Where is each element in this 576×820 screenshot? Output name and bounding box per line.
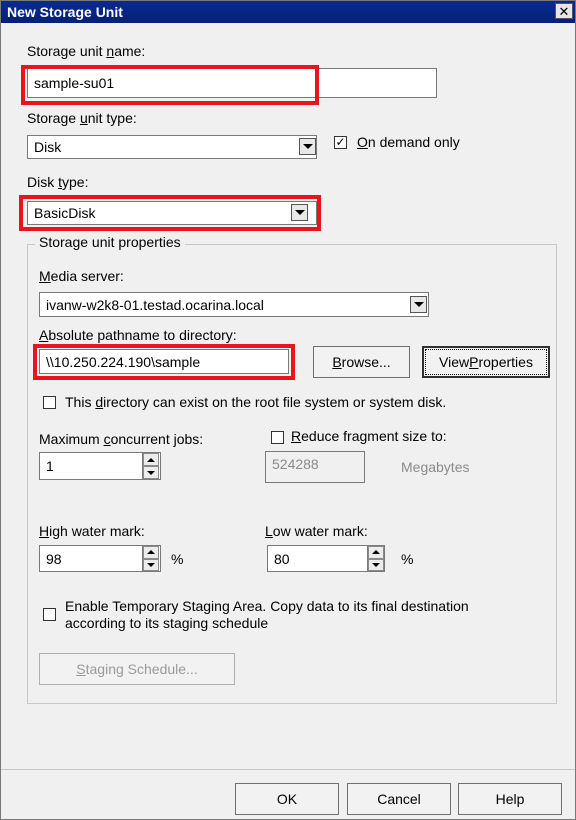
- pathname-input[interactable]: \\10.250.224.190\sample: [39, 349, 289, 374]
- disk-type-label: Disk type:: [27, 174, 89, 190]
- spin-down-button[interactable]: [143, 466, 159, 479]
- title-bar[interactable]: New Storage Unit ✕: [1, 1, 575, 23]
- disk-type-dropdown-button[interactable]: [291, 204, 308, 221]
- window-title: New Storage Unit: [7, 4, 123, 20]
- storage-unit-type-dropdown-button[interactable]: [299, 138, 316, 155]
- spin-down-button[interactable]: [143, 558, 159, 571]
- storage-unit-type-label: Storage unit type:: [27, 110, 137, 126]
- footer-separator: [1, 769, 575, 770]
- media-server-value: ivanw-w2k8-01.testad.ocarina.local: [46, 296, 264, 313]
- root-filesystem-label[interactable]: This directory can exist on the root fil…: [65, 394, 446, 410]
- disk-type-value: BasicDisk: [34, 205, 96, 221]
- storage-unit-type-value: Disk: [34, 139, 62, 155]
- chevron-down-icon: [302, 144, 313, 149]
- high-water-mark-spinner[interactable]: [142, 546, 159, 571]
- high-water-mark-value: 98: [46, 550, 62, 567]
- chevron-down-icon: [294, 210, 305, 215]
- on-demand-only-label[interactable]: On demand only: [357, 134, 460, 150]
- checkmark-icon: ✓: [335, 135, 346, 149]
- pathname-value: \\10.250.224.190\sample: [46, 353, 201, 370]
- spin-up-button[interactable]: [143, 453, 159, 466]
- staging-area-checkbox[interactable]: [43, 608, 56, 621]
- fragment-size-unit: Megabytes: [401, 459, 470, 475]
- media-server-select[interactable]: ivanw-w2k8-01.testad.ocarina.local: [39, 292, 429, 317]
- arrow-down-icon: [147, 562, 155, 567]
- staging-schedule-button[interactable]: Staging Schedule...: [39, 653, 235, 685]
- high-water-mark-label: High water mark:: [39, 523, 145, 539]
- pathname-label: Absolute pathname to directory:: [39, 327, 237, 343]
- media-server-dropdown-button[interactable]: [410, 296, 427, 313]
- disk-type-select[interactable]: BasicDisk: [27, 201, 317, 225]
- close-icon: ✕: [558, 4, 570, 19]
- max-concurrent-jobs-value: 1: [46, 458, 54, 474]
- arrow-down-icon: [372, 562, 380, 567]
- fragment-size-input[interactable]: 524288: [265, 451, 365, 483]
- spin-down-button[interactable]: [368, 558, 384, 571]
- storage-unit-type-select[interactable]: Disk: [27, 135, 317, 159]
- ok-button[interactable]: OK: [235, 783, 339, 815]
- arrow-up-icon: [147, 457, 155, 462]
- fragment-size-value: 524288: [272, 456, 319, 472]
- spin-up-button[interactable]: [368, 546, 384, 559]
- low-water-mark-label: Low water mark:: [265, 523, 368, 539]
- close-button[interactable]: ✕: [555, 3, 573, 19]
- high-water-mark-unit: %: [171, 551, 184, 567]
- low-water-mark-spinner[interactable]: [367, 546, 384, 571]
- media-server-label: Media server:: [39, 268, 124, 284]
- storage-unit-properties-title: Storage unit properties: [35, 234, 185, 250]
- max-concurrent-jobs-label: Maximum concurrent jobs:: [39, 431, 204, 447]
- staging-area-label-line2[interactable]: according to its staging schedule: [65, 615, 268, 631]
- on-demand-only-checkbox[interactable]: ✓: [334, 136, 347, 149]
- reduce-fragment-checkbox[interactable]: [271, 431, 284, 444]
- cancel-button[interactable]: Cancel: [347, 783, 451, 815]
- help-button[interactable]: Help: [458, 783, 562, 815]
- arrow-down-icon: [147, 470, 155, 475]
- low-water-mark-value: 80: [274, 550, 290, 567]
- storage-unit-name-value: sample-su01: [34, 75, 115, 91]
- new-storage-unit-dialog: New Storage Unit ✕ Storage unit name: sa…: [0, 0, 576, 820]
- browse-button[interactable]: Browse...: [313, 346, 410, 378]
- root-filesystem-checkbox[interactable]: [43, 396, 56, 409]
- chevron-down-icon: [413, 302, 424, 307]
- max-concurrent-jobs-spinner[interactable]: [142, 453, 159, 479]
- spin-up-button[interactable]: [143, 546, 159, 559]
- view-properties-button[interactable]: View Properties: [422, 346, 550, 378]
- reduce-fragment-label[interactable]: Reduce fragment size to:: [291, 428, 447, 444]
- staging-area-label-line1[interactable]: Enable Temporary Staging Area. Copy data…: [65, 598, 469, 614]
- arrow-up-icon: [372, 550, 380, 555]
- storage-unit-name-input[interactable]: sample-su01: [27, 68, 437, 98]
- low-water-mark-unit: %: [401, 551, 414, 567]
- arrow-up-icon: [147, 550, 155, 555]
- storage-unit-name-label: Storage unit name:: [27, 43, 146, 59]
